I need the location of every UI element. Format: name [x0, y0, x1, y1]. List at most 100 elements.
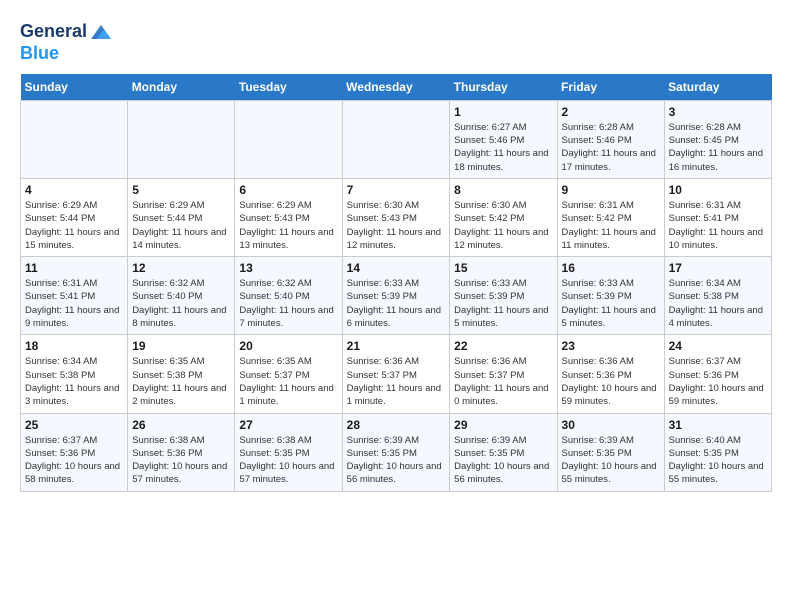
- calendar-cell: 19 Sunrise: 6:35 AM Sunset: 5:38 PM Dayli…: [128, 335, 235, 413]
- calendar-cell: 4 Sunrise: 6:29 AM Sunset: 5:44 PM Daylig…: [21, 178, 128, 256]
- calendar-cell: 27Sunrise: 6:38 AM Sunset: 5:35 PM Dayli…: [235, 413, 342, 491]
- calendar-cell: 10 Sunrise: 6:31 AM Sunset: 5:41 PM Dayli…: [664, 178, 771, 256]
- day-info: Sunrise: 6:36 AM Sunset: 5:37 PM Dayligh…: [347, 355, 446, 408]
- day-info: Sunrise: 6:29 AM Sunset: 5:44 PM Dayligh…: [132, 199, 230, 252]
- calendar-cell: 20 Sunrise: 6:35 AM Sunset: 5:37 PM Dayli…: [235, 335, 342, 413]
- logo: General Blue: [20, 20, 113, 64]
- calendar-cell: 8Sunrise: 6:30 AM Sunset: 5:42 PM Daylig…: [450, 178, 557, 256]
- day-info: Sunrise: 6:39 AM Sunset: 5:35 PM Dayligh…: [562, 434, 660, 487]
- day-number: 19: [132, 339, 230, 353]
- day-info: Sunrise: 6:29 AM Sunset: 5:43 PM Dayligh…: [239, 199, 337, 252]
- day-info: Sunrise: 6:32 AM Sunset: 5:40 PM Dayligh…: [132, 277, 230, 330]
- calendar-cell: [235, 100, 342, 178]
- day-number: 14: [347, 261, 446, 275]
- day-info: Sunrise: 6:39 AM Sunset: 5:35 PM Dayligh…: [454, 434, 552, 487]
- day-info: Sunrise: 6:35 AM Sunset: 5:38 PM Dayligh…: [132, 355, 230, 408]
- calendar-cell: 29 Sunrise: 6:39 AM Sunset: 5:35 PM Dayli…: [450, 413, 557, 491]
- page-header: General Blue: [20, 20, 772, 64]
- calendar-cell: 15 Sunrise: 6:33 AM Sunset: 5:39 PM Dayli…: [450, 257, 557, 335]
- calendar-body: 1 Sunrise: 6:27 AM Sunset: 5:46 PM Daylig…: [21, 100, 772, 491]
- day-number: 10: [669, 183, 767, 197]
- day-number: 15: [454, 261, 552, 275]
- day-number: 30: [562, 418, 660, 432]
- day-info: Sunrise: 6:40 AM Sunset: 5:35 PM Dayligh…: [669, 434, 767, 487]
- day-info: Sunrise: 6:38 AM Sunset: 5:35 PM Dayligh…: [239, 434, 337, 487]
- header-cell-tuesday: Tuesday: [235, 74, 342, 101]
- day-number: 20: [239, 339, 337, 353]
- day-number: 1: [454, 105, 552, 119]
- day-number: 25: [25, 418, 123, 432]
- header-cell-thursday: Thursday: [450, 74, 557, 101]
- day-number: 17: [669, 261, 767, 275]
- day-number: 13: [239, 261, 337, 275]
- calendar-cell: [128, 100, 235, 178]
- day-info: Sunrise: 6:38 AM Sunset: 5:36 PM Dayligh…: [132, 434, 230, 487]
- calendar-cell: 1 Sunrise: 6:27 AM Sunset: 5:46 PM Daylig…: [450, 100, 557, 178]
- day-info: Sunrise: 6:31 AM Sunset: 5:41 PM Dayligh…: [25, 277, 123, 330]
- day-number: 26: [132, 418, 230, 432]
- calendar-cell: 13 Sunrise: 6:32 AM Sunset: 5:40 PM Dayli…: [235, 257, 342, 335]
- header-row: SundayMondayTuesdayWednesdayThursdayFrid…: [21, 74, 772, 101]
- week-row-1: 1 Sunrise: 6:27 AM Sunset: 5:46 PM Daylig…: [21, 100, 772, 178]
- calendar-cell: 25Sunrise: 6:37 AM Sunset: 5:36 PM Dayli…: [21, 413, 128, 491]
- calendar-cell: 26 Sunrise: 6:38 AM Sunset: 5:36 PM Dayli…: [128, 413, 235, 491]
- calendar-cell: 18Sunrise: 6:34 AM Sunset: 5:38 PM Dayli…: [21, 335, 128, 413]
- header-cell-wednesday: Wednesday: [342, 74, 450, 101]
- day-number: 23: [562, 339, 660, 353]
- calendar-cell: 16Sunrise: 6:33 AM Sunset: 5:39 PM Dayli…: [557, 257, 664, 335]
- day-info: Sunrise: 6:36 AM Sunset: 5:37 PM Dayligh…: [454, 355, 552, 408]
- day-info: Sunrise: 6:27 AM Sunset: 5:46 PM Dayligh…: [454, 121, 552, 174]
- day-info: Sunrise: 6:31 AM Sunset: 5:42 PM Dayligh…: [562, 199, 660, 252]
- day-number: 22: [454, 339, 552, 353]
- day-info: Sunrise: 6:28 AM Sunset: 5:45 PM Dayligh…: [669, 121, 767, 174]
- header-cell-friday: Friday: [557, 74, 664, 101]
- day-info: Sunrise: 6:30 AM Sunset: 5:42 PM Dayligh…: [454, 199, 552, 252]
- calendar-cell: 14 Sunrise: 6:33 AM Sunset: 5:39 PM Dayli…: [342, 257, 450, 335]
- day-number: 21: [347, 339, 446, 353]
- calendar-cell: 23 Sunrise: 6:36 AM Sunset: 5:36 PM Dayli…: [557, 335, 664, 413]
- day-info: Sunrise: 6:37 AM Sunset: 5:36 PM Dayligh…: [669, 355, 767, 408]
- calendar-cell: 5 Sunrise: 6:29 AM Sunset: 5:44 PM Daylig…: [128, 178, 235, 256]
- calendar-cell: 7Sunrise: 6:30 AM Sunset: 5:43 PM Daylig…: [342, 178, 450, 256]
- header-cell-saturday: Saturday: [664, 74, 771, 101]
- day-info: Sunrise: 6:31 AM Sunset: 5:41 PM Dayligh…: [669, 199, 767, 252]
- calendar-cell: 22 Sunrise: 6:36 AM Sunset: 5:37 PM Dayli…: [450, 335, 557, 413]
- day-info: Sunrise: 6:39 AM Sunset: 5:35 PM Dayligh…: [347, 434, 446, 487]
- day-number: 9: [562, 183, 660, 197]
- day-info: Sunrise: 6:33 AM Sunset: 5:39 PM Dayligh…: [454, 277, 552, 330]
- calendar-cell: 3 Sunrise: 6:28 AM Sunset: 5:45 PM Daylig…: [664, 100, 771, 178]
- day-info: Sunrise: 6:35 AM Sunset: 5:37 PM Dayligh…: [239, 355, 337, 408]
- calendar-header: SundayMondayTuesdayWednesdayThursdayFrid…: [21, 74, 772, 101]
- day-number: 11: [25, 261, 123, 275]
- calendar-cell: 17Sunrise: 6:34 AM Sunset: 5:38 PM Dayli…: [664, 257, 771, 335]
- day-info: Sunrise: 6:29 AM Sunset: 5:44 PM Dayligh…: [25, 199, 123, 252]
- week-row-5: 25Sunrise: 6:37 AM Sunset: 5:36 PM Dayli…: [21, 413, 772, 491]
- calendar-cell: 9 Sunrise: 6:31 AM Sunset: 5:42 PM Daylig…: [557, 178, 664, 256]
- day-number: 29: [454, 418, 552, 432]
- day-number: 3: [669, 105, 767, 119]
- calendar-cell: 11 Sunrise: 6:31 AM Sunset: 5:41 PM Dayli…: [21, 257, 128, 335]
- calendar-cell: 21 Sunrise: 6:36 AM Sunset: 5:37 PM Dayli…: [342, 335, 450, 413]
- day-number: 5: [132, 183, 230, 197]
- day-info: Sunrise: 6:33 AM Sunset: 5:39 PM Dayligh…: [347, 277, 446, 330]
- day-number: 12: [132, 261, 230, 275]
- day-info: Sunrise: 6:33 AM Sunset: 5:39 PM Dayligh…: [562, 277, 660, 330]
- calendar-cell: [342, 100, 450, 178]
- week-row-3: 11 Sunrise: 6:31 AM Sunset: 5:41 PM Dayli…: [21, 257, 772, 335]
- day-info: Sunrise: 6:32 AM Sunset: 5:40 PM Dayligh…: [239, 277, 337, 330]
- calendar-cell: 30 Sunrise: 6:39 AM Sunset: 5:35 PM Dayli…: [557, 413, 664, 491]
- day-number: 2: [562, 105, 660, 119]
- calendar-cell: 28 Sunrise: 6:39 AM Sunset: 5:35 PM Dayli…: [342, 413, 450, 491]
- header-cell-sunday: Sunday: [21, 74, 128, 101]
- calendar-cell: 6 Sunrise: 6:29 AM Sunset: 5:43 PM Daylig…: [235, 178, 342, 256]
- header-cell-monday: Monday: [128, 74, 235, 101]
- day-number: 7: [347, 183, 446, 197]
- logo-text: General Blue: [20, 20, 113, 64]
- logo-blue: Blue: [20, 43, 59, 63]
- calendar-cell: 31 Sunrise: 6:40 AM Sunset: 5:35 PM Dayli…: [664, 413, 771, 491]
- day-number: 4: [25, 183, 123, 197]
- day-info: Sunrise: 6:36 AM Sunset: 5:36 PM Dayligh…: [562, 355, 660, 408]
- day-number: 31: [669, 418, 767, 432]
- day-number: 6: [239, 183, 337, 197]
- day-number: 28: [347, 418, 446, 432]
